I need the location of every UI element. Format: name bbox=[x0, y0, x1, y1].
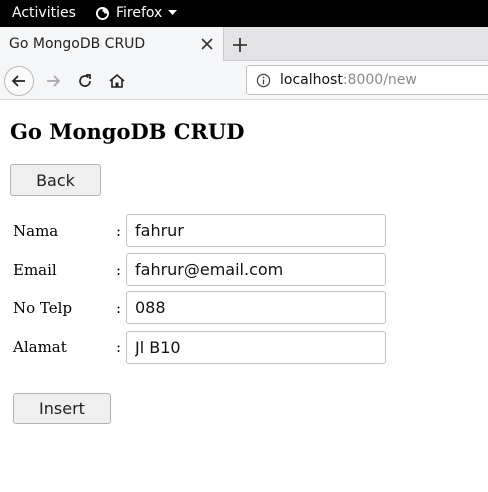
nama-colon: : bbox=[116, 222, 122, 240]
site-info-icon[interactable] bbox=[256, 73, 271, 88]
back-button[interactable]: Back bbox=[10, 164, 101, 196]
back-arrow-icon[interactable] bbox=[4, 66, 34, 96]
nama-input[interactable] bbox=[126, 214, 386, 247]
nama-label: Nama bbox=[13, 222, 59, 240]
email-colon: : bbox=[116, 261, 122, 279]
alamat-label: Alamat bbox=[13, 338, 67, 356]
url-text[interactable]: localhost:8000/new bbox=[280, 72, 417, 88]
firefox-icon bbox=[96, 6, 109, 20]
address-bar[interactable]: localhost:8000/new bbox=[246, 65, 488, 95]
app-name: Firefox bbox=[116, 5, 163, 21]
page-title: Go MongoDB CRUD bbox=[10, 119, 245, 144]
tab-title: Go MongoDB CRUD bbox=[9, 36, 146, 52]
alamat-colon: : bbox=[116, 338, 122, 356]
no-telp-input[interactable] bbox=[126, 291, 386, 324]
close-tab-icon[interactable] bbox=[200, 37, 214, 51]
caret-down-icon bbox=[168, 10, 178, 15]
system-top-bar: Activities Firefox bbox=[0, 0, 488, 27]
browser-tab[interactable]: Go MongoDB CRUD bbox=[0, 27, 224, 61]
activities-button[interactable]: Activities bbox=[12, 5, 76, 21]
home-icon[interactable] bbox=[102, 66, 132, 96]
reload-icon[interactable] bbox=[70, 66, 100, 96]
tab-strip: Go MongoDB CRUD bbox=[0, 27, 488, 61]
url-path: :8000/new bbox=[342, 72, 417, 88]
no-telp-colon: : bbox=[116, 299, 122, 317]
app-menu[interactable]: Firefox bbox=[96, 5, 178, 21]
new-tab-icon[interactable] bbox=[229, 34, 251, 56]
email-input[interactable] bbox=[126, 253, 386, 286]
forward-arrow-icon[interactable] bbox=[38, 66, 68, 96]
email-label: Email bbox=[13, 261, 57, 279]
navigation-toolbar: localhost:8000/new bbox=[0, 61, 488, 100]
insert-button[interactable]: Insert bbox=[13, 393, 111, 424]
no-telp-label: No Telp bbox=[13, 299, 73, 317]
alamat-input[interactable] bbox=[126, 331, 386, 364]
url-host: localhost bbox=[280, 72, 343, 88]
